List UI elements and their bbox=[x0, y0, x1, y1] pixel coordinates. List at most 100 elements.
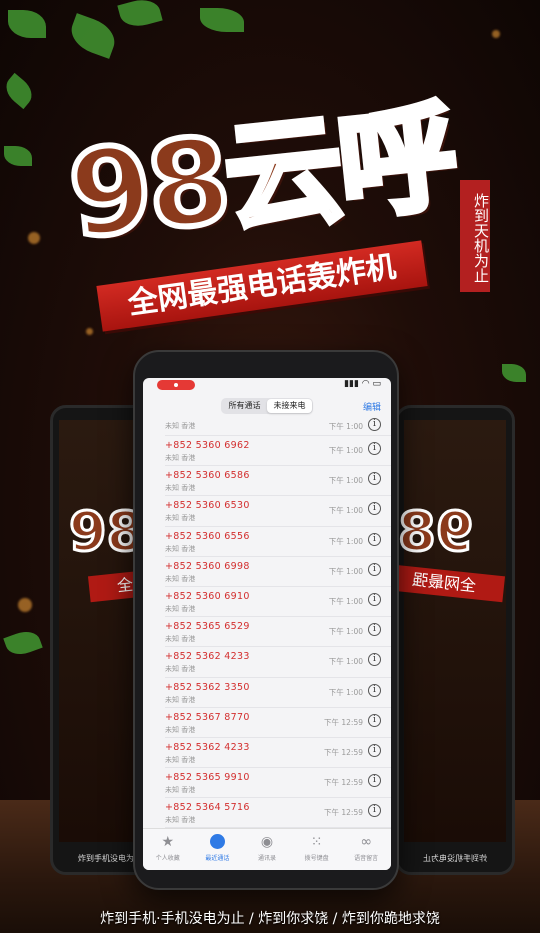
main-phone: ▮▮▮ ◠ ▭ 所有通话 未接来电 编辑 未知 香港 下午 1:00 i +85… bbox=[133, 350, 399, 890]
call-subtitle: 未知 香港 bbox=[165, 544, 196, 553]
bottom-caption: 炸到手机·手机没电为止 / 炸到你求饶 / 炸到你跪地求饶 bbox=[100, 911, 440, 927]
tab-star[interactable]: ★ 个人收藏 bbox=[143, 829, 193, 870]
call-time: 下午 1:00 bbox=[328, 446, 363, 455]
list-item[interactable]: +852 5364 5716 未知 香港 下午 12:59 i bbox=[165, 798, 391, 828]
star-icon: ★ bbox=[161, 834, 175, 850]
info-icon[interactable]: i bbox=[368, 713, 381, 727]
call-subtitle: 未知 香港 bbox=[165, 816, 196, 825]
clock-icon bbox=[193, 834, 243, 850]
info-icon[interactable]: i bbox=[368, 532, 381, 546]
info-icon[interactable]: i bbox=[368, 418, 381, 431]
tab-contact[interactable]: ◉ 通讯录 bbox=[242, 829, 292, 870]
info-icon[interactable]: i bbox=[368, 743, 381, 757]
list-item[interactable]: +852 5362 4233 未知 香港 下午 1:00 i bbox=[165, 647, 391, 678]
list-item[interactable]: +852 5365 9910 未知 香港 下午 12:59 i bbox=[165, 768, 391, 799]
recent-calls-list: 未知 香港 下午 1:00 i +852 5360 6962 未知 香港 下午 1:… bbox=[143, 418, 391, 828]
call-number: +852 5364 5716 bbox=[165, 802, 250, 814]
info-icon[interactable]: i bbox=[368, 653, 381, 667]
tab-voicemail[interactable]: ∞ 语音留言 bbox=[341, 829, 391, 870]
call-subtitle: 未知 香港 bbox=[165, 484, 196, 493]
tab-label: 通讯录 bbox=[257, 855, 276, 862]
tab-label: 拨号键盘 bbox=[304, 855, 329, 862]
list-item[interactable]: +852 5365 6529 未知 香港 下午 1:00 i bbox=[165, 617, 391, 648]
leaf-decoration bbox=[65, 13, 121, 59]
call-number: +852 5360 6962 bbox=[165, 440, 250, 451]
list-item[interactable]: +852 5362 4233 未知 香港 下午 12:59 i bbox=[165, 738, 391, 769]
info-icon[interactable]: i bbox=[368, 774, 381, 788]
call-time: 下午 1:00 bbox=[328, 596, 363, 606]
side-phone-banner: 全网最强 bbox=[398, 563, 506, 603]
info-icon[interactable]: i bbox=[368, 472, 381, 486]
list-item[interactable]: +852 5360 6586 未知 香港 下午 1:00 i bbox=[165, 466, 391, 497]
info-icon[interactable]: i bbox=[368, 502, 381, 516]
tab-clock[interactable]: 最近通话 bbox=[193, 829, 243, 870]
call-filter-segmented-control: 所有通话 未接来电 bbox=[221, 398, 313, 414]
call-number: +852 5365 6529 bbox=[165, 621, 250, 633]
tab-label: 个人收藏 bbox=[155, 855, 180, 862]
leaf-decoration bbox=[3, 626, 43, 660]
phone-screen: ▮▮▮ ◠ ▭ 所有通话 未接来电 编辑 未知 香港 下午 1:00 i +85… bbox=[143, 378, 391, 870]
tab-keypad[interactable]: ⁙ 拨号键盘 bbox=[292, 829, 342, 870]
info-icon[interactable]: i bbox=[368, 592, 381, 606]
call-number: +852 5362 4233 bbox=[165, 651, 250, 663]
edit-button[interactable]: 编辑 bbox=[363, 400, 381, 413]
list-item[interactable]: +852 5360 6910 未知 香港 下午 1:00 i bbox=[165, 587, 391, 618]
call-number: +852 5360 6586 bbox=[165, 470, 250, 482]
list-item[interactable]: +852 5367 8770 未知 香港 下午 12:59 i bbox=[165, 708, 391, 738]
list-item[interactable]: 未知 香港 下午 1:00 i bbox=[165, 418, 391, 436]
call-time: 下午 1:00 bbox=[328, 422, 363, 431]
leaf-decoration bbox=[502, 364, 526, 382]
side-phone-screen: 98 全网最强 bbox=[398, 420, 506, 842]
call-number: +852 5362 3350 bbox=[165, 681, 250, 693]
call-subtitle: 未知 香港 bbox=[165, 786, 196, 795]
list-item[interactable]: +852 5362 3350 未知 香港 下午 1:00 i bbox=[165, 678, 391, 708]
call-time: 下午 1:00 bbox=[328, 566, 363, 576]
call-number: +852 5360 6910 bbox=[165, 590, 250, 602]
info-icon[interactable]: i bbox=[368, 804, 381, 818]
contact-icon: ◉ bbox=[260, 834, 274, 850]
call-time: 下午 1:00 bbox=[328, 627, 363, 637]
side-phone-title: 98 bbox=[398, 499, 475, 565]
recents-header: 所有通话 未接来电 编辑 bbox=[143, 392, 391, 418]
bokeh-light bbox=[28, 232, 40, 244]
info-icon[interactable]: i bbox=[368, 442, 381, 455]
vertical-tag: 炸到天机为止 bbox=[460, 180, 490, 292]
segment-all-calls[interactable]: 所有通话 bbox=[222, 399, 267, 413]
call-number: +852 5367 8770 bbox=[165, 711, 250, 723]
list-item[interactable]: +852 5360 6530 未知 香港 下午 1:00 i bbox=[165, 496, 391, 527]
call-time: 下午 1:00 bbox=[328, 657, 363, 667]
bokeh-light bbox=[18, 598, 32, 612]
tab-bar: ★ 个人收藏 最近通话 ◉ 通讯录 ⁙ 拨号键盘 ∞ 语音留言 bbox=[143, 828, 391, 870]
tab-label: 语音留言 bbox=[354, 855, 379, 862]
bokeh-light bbox=[86, 328, 93, 335]
info-icon[interactable]: i bbox=[368, 683, 381, 697]
list-item[interactable]: +852 5360 6998 未知 香港 下午 1:00 i bbox=[165, 557, 391, 587]
leaf-decoration bbox=[4, 146, 32, 166]
list-item[interactable]: +852 5360 6556 未知 香港 下午 1:00 i bbox=[165, 527, 391, 557]
call-subtitle: 未知 香港 bbox=[165, 574, 196, 583]
call-subtitle: 未知 香港 bbox=[165, 665, 196, 674]
call-number: +852 5360 6998 bbox=[165, 560, 250, 572]
side-phone-right: 98 全网最强 炸到手机没电为止 bbox=[395, 405, 515, 875]
call-time: 下午 12:59 bbox=[324, 747, 363, 757]
info-icon[interactable]: i bbox=[368, 562, 381, 576]
call-time: 下午 1:00 bbox=[328, 476, 363, 486]
call-number: +852 5360 6530 bbox=[165, 500, 250, 512]
call-subtitle: 未知 香港 bbox=[165, 514, 196, 523]
list-item[interactable]: +852 5360 6962 未知 香港 下午 1:00 i bbox=[165, 436, 391, 467]
info-icon[interactable]: i bbox=[368, 623, 381, 637]
call-subtitle: 未知 香港 bbox=[165, 635, 196, 644]
leaf-decoration bbox=[117, 0, 163, 31]
call-time: 下午 1:00 bbox=[328, 536, 363, 546]
call-number: +852 5362 4233 bbox=[165, 741, 250, 753]
leaf-decoration bbox=[8, 10, 46, 38]
segment-missed-calls[interactable]: 未接来电 bbox=[267, 399, 312, 413]
call-subtitle: 未知 香港 bbox=[165, 604, 196, 613]
call-time: 下午 12:59 bbox=[324, 717, 363, 727]
status-bar: ▮▮▮ ◠ ▭ bbox=[143, 378, 391, 392]
bokeh-light bbox=[492, 30, 500, 38]
voicemail-icon: ∞ bbox=[360, 834, 372, 850]
call-time: 下午 12:59 bbox=[324, 778, 363, 788]
call-time: 下午 12:59 bbox=[324, 808, 363, 818]
status-icons: ▮▮▮ ◠ ▭ bbox=[344, 379, 381, 389]
